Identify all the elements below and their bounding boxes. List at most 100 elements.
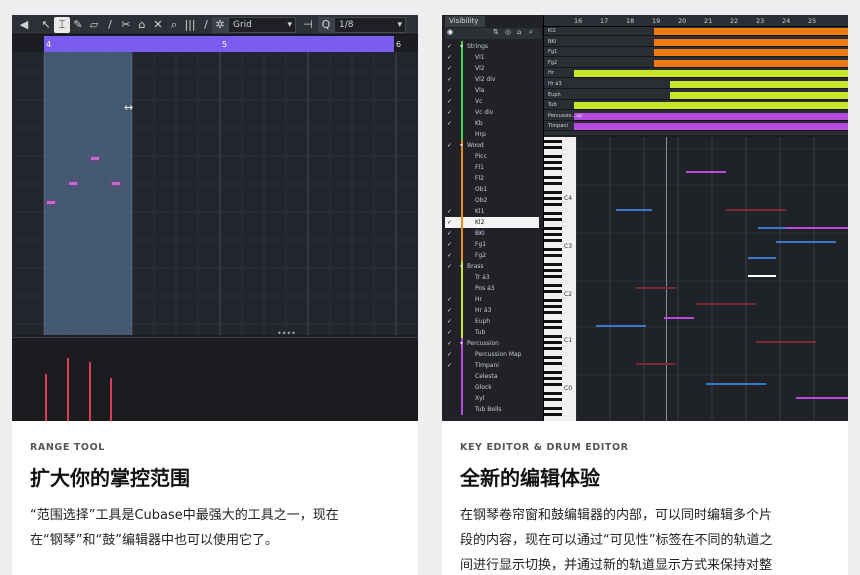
visibility-checkbox[interactable]: ✓ bbox=[447, 261, 455, 272]
midi-note[interactable] bbox=[748, 275, 776, 277]
piano-keyboard[interactable]: C4 C3 C2 C1 C0 bbox=[544, 137, 576, 421]
black-key[interactable] bbox=[544, 248, 562, 251]
visibility-checkbox[interactable]: ✓ bbox=[447, 239, 455, 250]
black-key[interactable] bbox=[544, 167, 562, 170]
bar-ruler[interactable]: 16 17 18 19 20 21 22 23 24 25 bbox=[544, 15, 848, 27]
visibility-track-row[interactable]: ✓ Vl2 bbox=[445, 63, 539, 74]
midi-part[interactable] bbox=[654, 49, 848, 57]
bar-ruler[interactable]: 4 5 6 bbox=[44, 36, 401, 52]
midi-note[interactable] bbox=[706, 383, 766, 385]
black-key[interactable] bbox=[544, 218, 562, 221]
arrange-track[interactable]: Hr bbox=[544, 69, 848, 79]
black-key[interactable] bbox=[544, 356, 562, 359]
black-key[interactable] bbox=[544, 311, 562, 314]
arrange-track[interactable]: BKl bbox=[544, 38, 848, 47]
black-key[interactable] bbox=[544, 263, 562, 266]
velocity-lane[interactable] bbox=[12, 337, 418, 421]
midi-note[interactable] bbox=[726, 209, 786, 211]
midi-note[interactable] bbox=[664, 317, 694, 319]
arrange-track[interactable]: Tub bbox=[544, 101, 848, 111]
arrange-track[interactable]: Hr á3 bbox=[544, 80, 848, 89]
velocity-bar[interactable] bbox=[110, 378, 112, 421]
black-key[interactable] bbox=[544, 191, 562, 194]
quantize-apply-icon[interactable]: ⊣ bbox=[300, 17, 316, 33]
arrange-track[interactable]: Euph bbox=[544, 91, 848, 100]
velocity-bar[interactable] bbox=[67, 358, 69, 421]
key-editor-note-grid[interactable] bbox=[576, 137, 848, 421]
visibility-track-row[interactable]: ✓ Fg1 bbox=[445, 239, 539, 250]
black-key[interactable] bbox=[544, 275, 562, 278]
visibility-track-row[interactable]: ✓ Percussion Map bbox=[445, 349, 539, 360]
glue-icon[interactable]: ⌂ bbox=[134, 17, 150, 33]
black-key[interactable] bbox=[544, 233, 562, 236]
visibility-folder-row[interactable]: ✓ ▾ Brass bbox=[445, 261, 539, 272]
visibility-track-row[interactable]: ✓ Fg2 bbox=[445, 250, 539, 261]
visibility-checkbox[interactable]: ✓ bbox=[447, 74, 455, 85]
black-key[interactable] bbox=[544, 239, 562, 242]
arrange-track[interactable]: Kl2 bbox=[544, 27, 848, 36]
eye-icon[interactable]: ◉ bbox=[447, 28, 453, 36]
visibility-checkbox[interactable]: ✓ bbox=[447, 118, 455, 129]
visibility-track-row[interactable]: ✓ Vl1 bbox=[445, 52, 539, 63]
black-key[interactable] bbox=[544, 305, 562, 308]
visibility-checkbox[interactable]: ✓ bbox=[447, 41, 455, 52]
black-key[interactable] bbox=[544, 398, 562, 401]
midi-note[interactable] bbox=[636, 363, 676, 365]
visibility-track-row[interactable]: Fl1 bbox=[445, 162, 539, 173]
black-key[interactable] bbox=[544, 335, 562, 338]
object-select-icon[interactable]: ↖ bbox=[38, 17, 54, 33]
arrange-track[interactable]: Timpani bbox=[544, 122, 848, 132]
black-key[interactable] bbox=[544, 290, 562, 293]
range-select-icon[interactable]: ⌶ bbox=[54, 17, 70, 33]
draw-icon[interactable]: / bbox=[102, 17, 118, 33]
black-key[interactable] bbox=[544, 146, 562, 149]
visibility-checkbox[interactable]: ✓ bbox=[447, 305, 455, 316]
folder-expand-icon[interactable]: ▾ bbox=[460, 338, 463, 349]
range-selection[interactable] bbox=[44, 52, 132, 335]
mute-icon[interactable]: ✕ bbox=[150, 17, 166, 33]
midi-note[interactable] bbox=[696, 303, 756, 305]
tab-visibility[interactable]: Visibility bbox=[445, 16, 485, 27]
black-key[interactable] bbox=[544, 161, 562, 164]
visibility-track-row[interactable]: ✓ Kl2 bbox=[445, 217, 539, 228]
visibility-track-row[interactable]: ✓ Vl2 div bbox=[445, 74, 539, 85]
visibility-track-row[interactable]: Hrp bbox=[445, 129, 539, 140]
folder-expand-icon[interactable]: ▾ bbox=[460, 140, 463, 151]
visibility-folder-row[interactable]: ✓ ▾ Strings bbox=[445, 41, 539, 52]
visibility-track-row[interactable]: Tr á3 bbox=[445, 272, 539, 283]
black-key[interactable] bbox=[544, 254, 562, 257]
snap-icon[interactable]: ✲ bbox=[212, 17, 228, 33]
black-key[interactable] bbox=[544, 197, 562, 200]
black-key[interactable] bbox=[544, 299, 562, 302]
black-key[interactable] bbox=[544, 392, 562, 395]
black-key[interactable] bbox=[544, 413, 562, 416]
black-key[interactable] bbox=[544, 320, 562, 323]
black-key[interactable] bbox=[544, 383, 562, 386]
visibility-checkbox[interactable]: ✓ bbox=[447, 63, 455, 74]
black-key[interactable] bbox=[544, 182, 562, 185]
midi-note[interactable] bbox=[90, 156, 100, 161]
midi-part[interactable] bbox=[654, 38, 848, 46]
midi-note[interactable] bbox=[776, 241, 836, 243]
velocity-bar[interactable] bbox=[89, 362, 91, 421]
midi-part[interactable] bbox=[654, 28, 848, 35]
midi-part[interactable] bbox=[654, 59, 848, 67]
visibility-checkbox[interactable]: ✓ bbox=[447, 107, 455, 118]
visibility-track-row[interactable]: ✓ Vc div bbox=[445, 107, 539, 118]
velocity-bar[interactable] bbox=[45, 374, 47, 421]
visibility-track-row[interactable]: ✓ Hr á3 bbox=[445, 305, 539, 316]
visibility-track-row[interactable]: Glock bbox=[445, 382, 539, 393]
arrange-track[interactable]: Percussio...ap bbox=[544, 112, 848, 121]
visibility-checkbox[interactable]: ✓ bbox=[447, 250, 455, 261]
visibility-checkbox[interactable]: ✓ bbox=[447, 140, 455, 151]
filter-icon[interactable]: ⇅ bbox=[493, 28, 499, 36]
black-key[interactable] bbox=[544, 341, 562, 344]
black-key[interactable] bbox=[544, 176, 562, 179]
visibility-track-row[interactable]: Tub Bells bbox=[445, 404, 539, 415]
visibility-checkbox[interactable]: ✓ bbox=[447, 316, 455, 327]
black-key[interactable] bbox=[544, 212, 562, 215]
visibility-track-row[interactable]: ✓ Kb bbox=[445, 118, 539, 129]
midi-note[interactable] bbox=[796, 397, 848, 399]
midi-part[interactable] bbox=[670, 81, 848, 88]
pencil-icon[interactable]: ✎ bbox=[70, 17, 86, 33]
